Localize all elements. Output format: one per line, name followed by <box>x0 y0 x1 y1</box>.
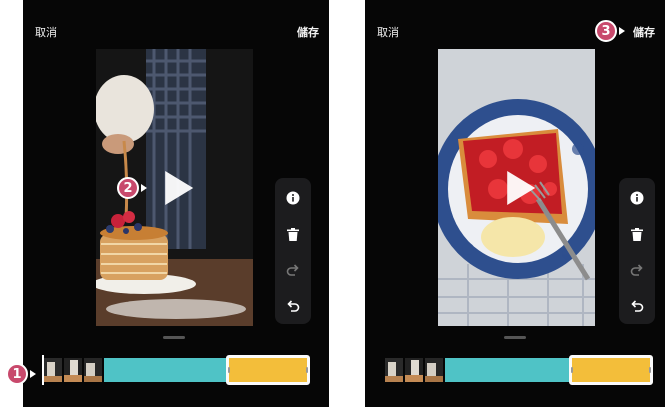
cancel-button[interactable]: 取消 <box>377 24 399 40</box>
info-icon <box>630 191 644 205</box>
redo-icon <box>630 264 643 276</box>
trim-handle-right[interactable] <box>649 367 651 373</box>
trim-handle-left[interactable] <box>228 367 230 373</box>
undo-icon <box>631 300 644 312</box>
step-arrow <box>30 370 36 378</box>
play-icon[interactable] <box>164 170 193 205</box>
timeline-clip-teal[interactable] <box>104 358 228 382</box>
step-arrow <box>141 184 147 192</box>
delete-button[interactable] <box>619 216 655 252</box>
trim-handle-left[interactable] <box>571 367 573 373</box>
timeline-thumbnail <box>64 358 82 382</box>
step-badge-3: 3 <box>595 20 617 42</box>
play-icon[interactable] <box>506 170 535 205</box>
redo-button[interactable] <box>275 252 311 288</box>
undo-button[interactable] <box>619 288 655 324</box>
timeline-thumbnail <box>385 358 403 382</box>
video-timeline[interactable] <box>385 355 655 385</box>
trash-icon <box>287 227 299 241</box>
editor-screen-2: 取消 儲存 3 <box>365 0 665 407</box>
save-button[interactable]: 儲存 <box>297 24 319 40</box>
timeline-thumbnail <box>425 358 443 382</box>
trim-handles[interactable] <box>569 355 653 385</box>
step-badge-2: 2 <box>117 177 139 199</box>
save-button[interactable]: 儲存 <box>633 24 655 40</box>
info-button[interactable] <box>619 180 655 216</box>
timeline-thumbnail <box>84 358 102 382</box>
edit-toolbar <box>275 178 311 324</box>
undo-button[interactable] <box>275 288 311 324</box>
sheet-handle[interactable] <box>163 336 185 339</box>
info-button[interactable] <box>275 180 311 216</box>
info-icon <box>286 191 300 205</box>
timeline-thumbnail <box>44 358 62 382</box>
trim-handle-right[interactable] <box>306 367 308 373</box>
playhead[interactable] <box>42 355 44 385</box>
timeline-thumbnail <box>405 358 423 382</box>
trash-icon <box>631 227 643 241</box>
video-preview[interactable] <box>438 49 595 326</box>
timeline-clip-teal[interactable] <box>445 358 571 382</box>
undo-icon <box>287 300 300 312</box>
edit-toolbar <box>619 178 655 324</box>
step-arrow <box>619 27 625 35</box>
editor-screen-1: 取消 儲存 2 <box>23 0 329 407</box>
step-badge-1: 1 <box>6 363 28 385</box>
video-timeline[interactable] <box>42 355 312 385</box>
delete-button[interactable] <box>275 216 311 252</box>
sheet-handle[interactable] <box>504 336 526 339</box>
cancel-button[interactable]: 取消 <box>35 24 57 40</box>
trim-handles[interactable] <box>226 355 310 385</box>
redo-icon <box>286 264 299 276</box>
redo-button[interactable] <box>619 252 655 288</box>
